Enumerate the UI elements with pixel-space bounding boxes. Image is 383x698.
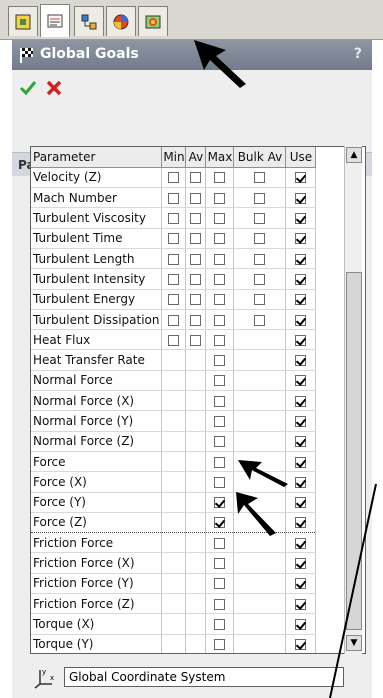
- annotation-line: [329, 483, 377, 698]
- annotation-overlay: [194, 40, 377, 698]
- arrow-icon: [236, 492, 276, 536]
- arrow-icon: [194, 40, 246, 88]
- arrow-icon: [238, 460, 288, 487]
